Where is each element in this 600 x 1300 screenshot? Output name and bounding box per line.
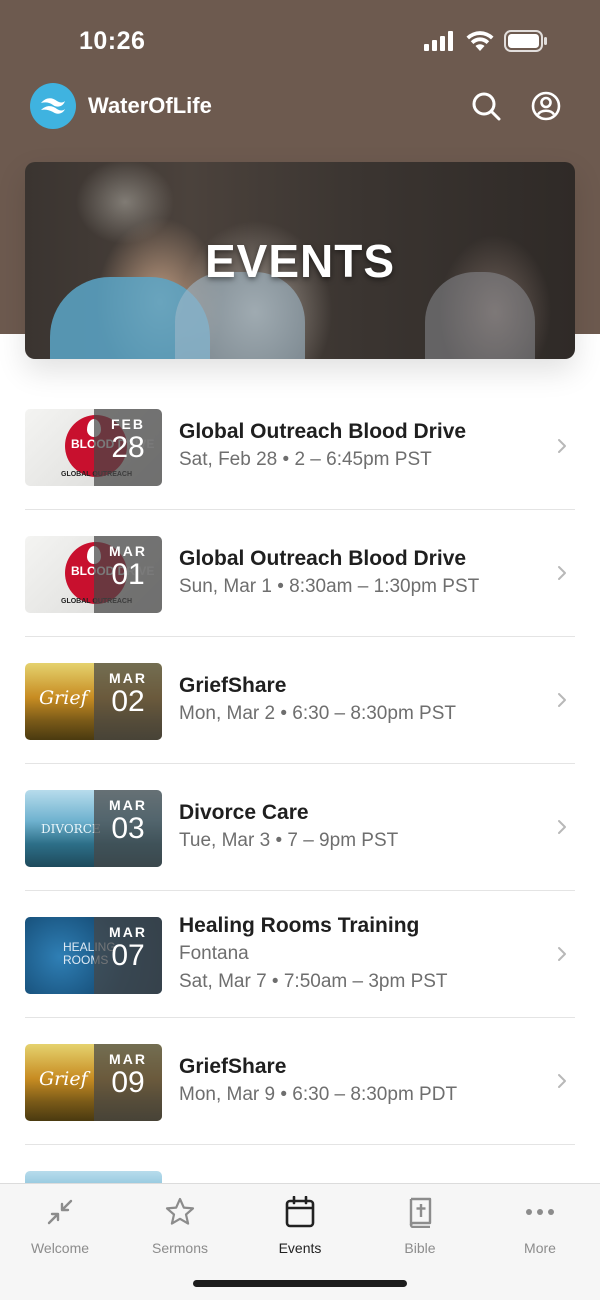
event-detail-line: Fontana	[179, 943, 249, 964]
event-thumbnail: DIVORCE MAR 03	[25, 790, 162, 867]
event-title: GriefShare	[179, 1055, 287, 1078]
tab-label: More	[524, 1240, 556, 1256]
event-thumbnail: BLOOD DRIVEGLOBAL OUTREACH FEB 28	[25, 409, 162, 486]
event-detail-line: Mon, Mar 9 • 6:30 – 8:30pm PDT	[179, 1084, 458, 1105]
chevron-right-icon	[555, 1071, 569, 1091]
event-thumbnail: BLOOD DRIVEGLOBAL OUTREACH MAR 01	[25, 536, 162, 613]
search-icon[interactable]	[470, 90, 502, 122]
star-icon	[130, 1196, 230, 1228]
status-icons	[424, 30, 548, 57]
event-date-badge: MAR 01	[94, 536, 162, 613]
event-title: Divorce Care	[179, 801, 309, 824]
signal-icon	[424, 31, 456, 56]
event-detail-line: Mon, Mar 2 • 6:30 – 8:30pm PST	[179, 703, 457, 724]
event-list: BLOOD DRIVEGLOBAL OUTREACH FEB 28 Global…	[25, 383, 575, 1248]
event-thumbnail: Grief MAR 09	[25, 1044, 162, 1121]
calendar-icon	[250, 1196, 350, 1228]
hero-title: EVENTS	[204, 234, 396, 287]
event-date-badge: MAR 02	[94, 663, 162, 740]
waves-logo-icon[interactable]	[30, 83, 76, 129]
tab-label: Sermons	[151, 1240, 209, 1256]
event-date-badge: MAR 09	[94, 1044, 162, 1121]
event-title: Healing Rooms Training	[179, 914, 420, 937]
event-month: FEB	[111, 416, 145, 432]
thumb-art-text: Grief	[39, 1068, 88, 1090]
event-day: 03	[111, 812, 145, 845]
event-month: MAR	[109, 924, 147, 940]
event-detail-line: Sat, Mar 7 • 7:50am – 3pm PST	[179, 971, 448, 992]
event-title: GriefShare	[179, 674, 287, 697]
event-text: Global Outreach Blood Drive Sat, Feb 28 …	[179, 383, 549, 509]
event-text: Divorce Care Tue, Mar 3 • 7 – 9pm PST	[179, 764, 549, 890]
status-bar: 10:26	[0, 0, 600, 80]
event-day: 09	[111, 1066, 145, 1099]
tab-label: Welcome	[30, 1240, 90, 1256]
event-date-badge: FEB 28	[94, 409, 162, 486]
thumb-art-text: DIVORCE	[41, 822, 101, 836]
event-row-partial[interactable]	[25, 1145, 575, 1248]
event-row[interactable]: BLOOD DRIVEGLOBAL OUTREACH FEB 28 Global…	[25, 383, 575, 510]
thumb-art-text: Grief	[39, 687, 88, 709]
chevron-right-icon	[555, 563, 569, 583]
event-day: 01	[111, 558, 145, 591]
battery-icon	[504, 30, 548, 57]
welcome-icon	[10, 1196, 110, 1228]
event-detail-line: Tue, Mar 3 • 7 – 9pm PST	[179, 830, 399, 851]
tab-sermons[interactable]: Sermons	[130, 1196, 230, 1256]
event-text: Global Outreach Blood Drive Sun, Mar 1 •…	[179, 510, 549, 636]
event-month: MAR	[109, 797, 147, 813]
tab-more[interactable]: More	[490, 1196, 590, 1256]
bible-icon	[370, 1196, 470, 1228]
chevron-right-icon	[555, 436, 569, 456]
event-row[interactable]: BLOOD DRIVEGLOBAL OUTREACH MAR 01 Global…	[25, 510, 575, 637]
home-indicator	[193, 1280, 407, 1287]
chevron-right-icon	[555, 817, 569, 837]
events-hero-banner: EVENTS	[25, 162, 575, 359]
tab-bible[interactable]: Bible	[370, 1196, 470, 1256]
tab-label: Events	[278, 1240, 322, 1256]
event-day: 02	[111, 685, 145, 718]
profile-icon[interactable]	[530, 90, 562, 122]
event-detail-line: Sun, Mar 1 • 8:30am – 1:30pm PST	[179, 576, 480, 597]
chevron-right-icon	[555, 944, 569, 964]
event-thumbnail: HEALING ROOMS MAR 07	[25, 917, 162, 994]
event-day: 28	[111, 431, 145, 464]
tab-label: Bible	[404, 1240, 436, 1256]
event-month: MAR	[109, 543, 147, 559]
events-screen: 10:26 WaterOfLife EVENTS BLOOD GLOBAL FE…	[0, 0, 600, 1300]
event-month: MAR	[109, 670, 147, 686]
event-row[interactable]: DIVORCE MAR 03 Divorce Care Tue, Mar 3 •…	[25, 764, 575, 891]
more-icon	[490, 1196, 590, 1228]
event-thumbnail: Grief MAR 02	[25, 663, 162, 740]
app-header: WaterOfLife	[0, 80, 600, 132]
chevron-right-icon	[555, 690, 569, 710]
event-row[interactable]: Grief MAR 09 GriefShare Mon, Mar 9 • 6:3…	[25, 1018, 575, 1145]
event-date-badge: MAR 03	[94, 790, 162, 867]
event-text: GriefShare Mon, Mar 2 • 6:30 – 8:30pm PS…	[179, 637, 549, 763]
event-day: 07	[111, 939, 145, 972]
event-text: Healing Rooms Training Fontana Sat, Mar 7…	[179, 891, 549, 1017]
status-time: 10:26	[79, 27, 146, 55]
event-date-badge: MAR 07	[94, 917, 162, 994]
event-text: GriefShare Mon, Mar 9 • 6:30 – 8:30pm PD…	[179, 1018, 549, 1144]
event-row[interactable]: Grief MAR 02 GriefShare Mon, Mar 2 • 6:3…	[25, 637, 575, 764]
tab-welcome[interactable]: Welcome	[10, 1196, 110, 1256]
brand-name: WaterOfLife	[88, 93, 212, 118]
tab-events[interactable]: Events	[250, 1196, 350, 1256]
event-detail-line: Sat, Feb 28 • 2 – 6:45pm PST	[179, 449, 432, 470]
wifi-icon	[466, 31, 494, 56]
event-title: Global Outreach Blood Drive	[179, 547, 467, 570]
event-title: Global Outreach Blood Drive	[179, 420, 467, 443]
event-month: MAR	[109, 1051, 147, 1067]
event-row[interactable]: HEALING ROOMS MAR 07 Healing Rooms Train…	[25, 891, 575, 1018]
